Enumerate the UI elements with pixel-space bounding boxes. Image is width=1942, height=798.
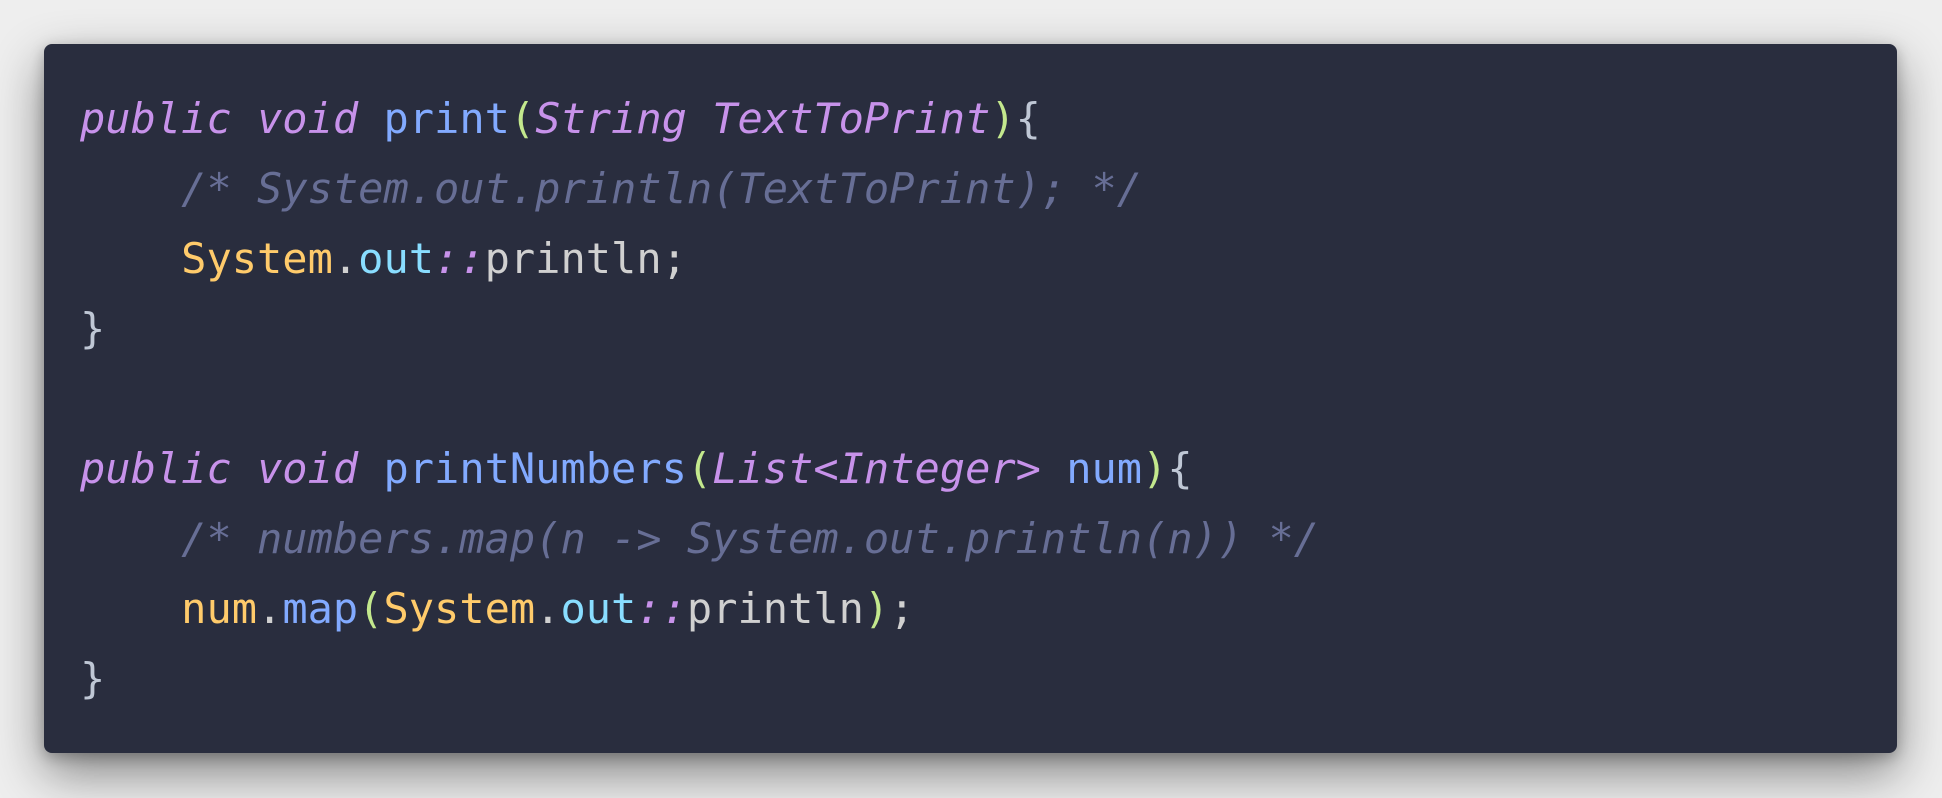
keyword-void: void	[257, 444, 359, 493]
semicolon: ;	[889, 584, 915, 633]
paren-open: (	[358, 584, 384, 633]
param-name: TextToPrint	[712, 94, 991, 143]
code-line-7: /* numbers.map(n -> System.out.println(n…	[80, 504, 1897, 574]
dot: .	[535, 584, 561, 633]
brace-open: {	[1167, 444, 1193, 493]
paren-open: (	[686, 444, 713, 493]
method-ref: println	[484, 234, 662, 283]
code-line-8: num.map(System.out::println);	[80, 574, 1897, 644]
method-name: print	[383, 94, 510, 143]
class-name: System	[383, 584, 536, 633]
method-ref-operator: ::	[434, 234, 485, 283]
method-name: printNumbers	[383, 444, 687, 493]
class-name: System	[181, 234, 333, 283]
keyword-void: void	[257, 94, 359, 143]
code-line-2: /* System.out.println(TextToPrint); */	[80, 154, 1897, 224]
brace-close: }	[80, 304, 106, 353]
code-line-3: System.out::println;	[80, 224, 1897, 294]
property: out	[560, 584, 637, 633]
comment: /* numbers.map(n -> System.out.println(n…	[181, 514, 1320, 563]
paren-close: )	[990, 94, 1016, 143]
dot: .	[332, 234, 359, 283]
comment: /* System.out.println(TextToPrint); */	[181, 164, 1143, 213]
method-ref: println	[686, 584, 864, 633]
brace-close: }	[80, 654, 106, 703]
brace-open: {	[1015, 94, 1041, 143]
param-type: List<Integer>	[712, 444, 1041, 493]
keyword-public: public	[80, 94, 232, 143]
variable: num	[181, 584, 258, 633]
keyword-public: public	[80, 444, 232, 493]
paren-close: )	[1142, 444, 1168, 493]
code-line-4: }	[80, 294, 1897, 364]
code-line-9: }	[80, 644, 1897, 714]
property: out	[358, 234, 435, 283]
code-block: public void print(String TextToPrint){ /…	[80, 84, 1897, 714]
param-name: num	[1066, 444, 1143, 493]
dot: .	[257, 584, 283, 633]
code-line-6: public void printNumbers(List<Integer> n…	[80, 434, 1897, 504]
paren-close: )	[863, 584, 890, 633]
semicolon: ;	[661, 234, 687, 283]
paren-open: (	[509, 94, 536, 143]
code-window: public void print(String TextToPrint){ /…	[44, 44, 1897, 753]
code-line-1: public void print(String TextToPrint){	[80, 84, 1897, 154]
method-call: map	[282, 584, 359, 633]
method-ref-operator: ::	[636, 584, 687, 633]
param-type: String	[535, 94, 687, 143]
